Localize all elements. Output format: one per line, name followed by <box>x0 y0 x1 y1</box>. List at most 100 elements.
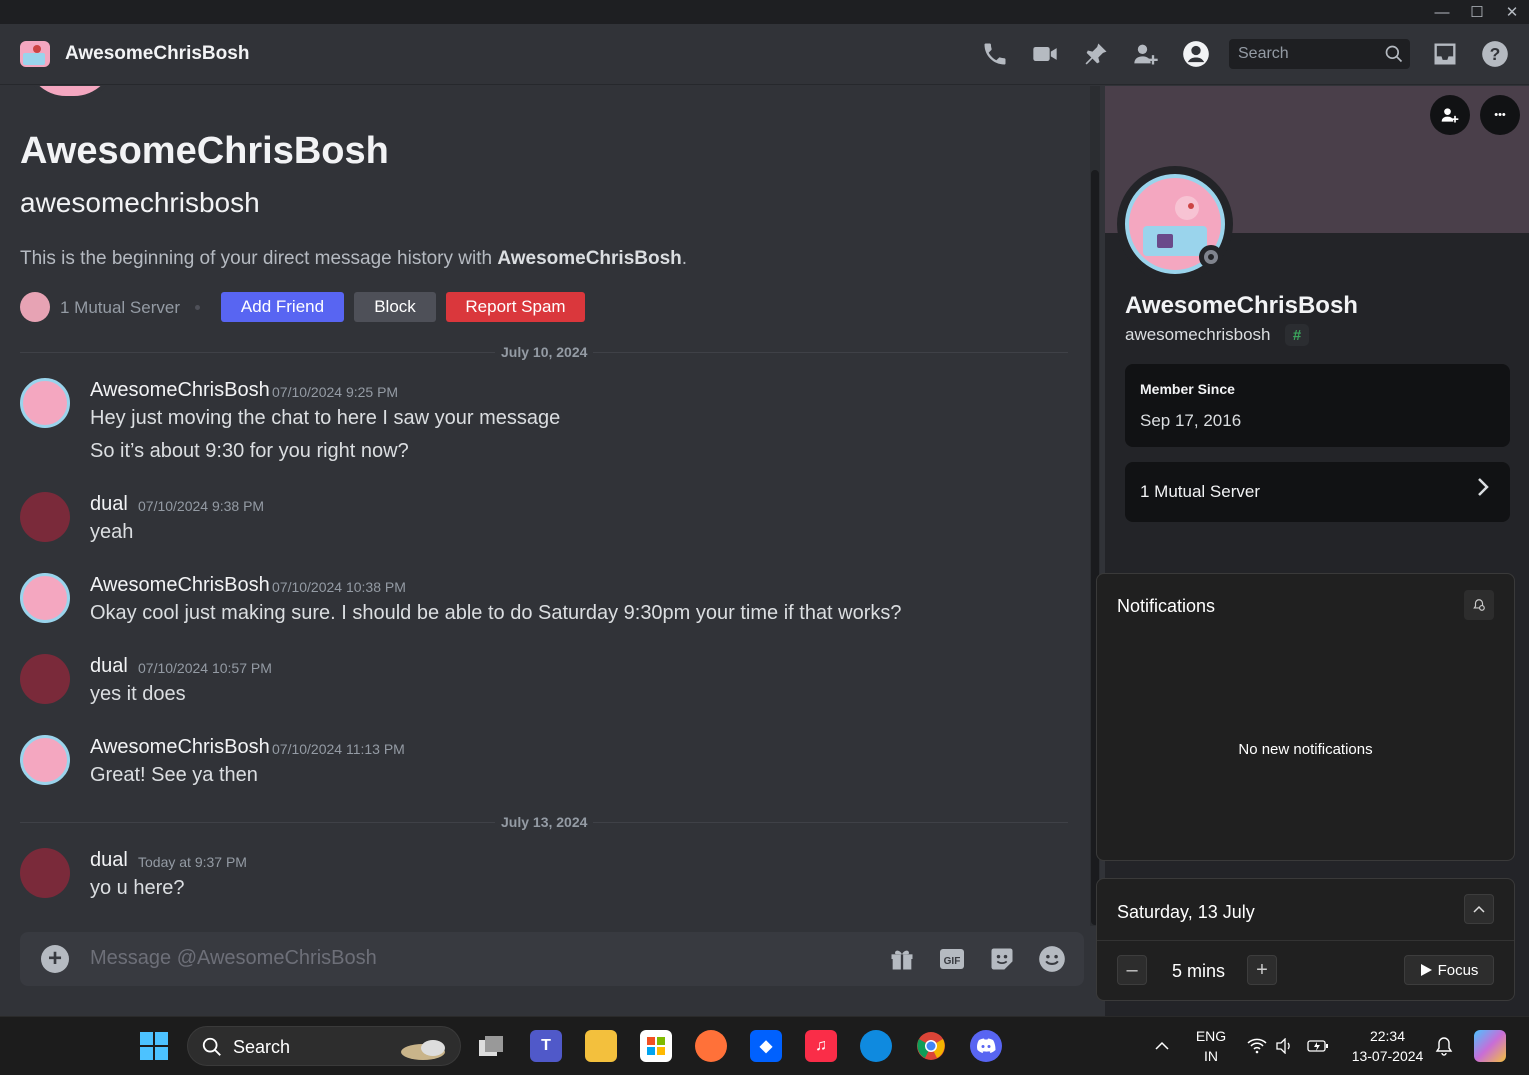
play-icon <box>1420 964 1432 976</box>
language-region[interactable]: IN <box>1190 1048 1232 1064</box>
edge-icon[interactable] <box>860 1030 892 1062</box>
weather-cloud-icon <box>401 1040 445 1060</box>
message-avatar[interactable] <box>20 654 70 704</box>
wifi-icon[interactable] <box>1244 1030 1270 1062</box>
file-explorer-icon[interactable] <box>585 1030 617 1062</box>
mutual-server-link[interactable]: 1 Mutual Server <box>60 298 180 318</box>
message-input[interactable]: Message @AwesomeChrisBosh <box>90 947 377 970</box>
message-timestamp: 07/10/2024 10:38 PM <box>272 579 406 595</box>
message-timestamp: 07/10/2024 11:13 PM <box>272 741 405 757</box>
microsoft-store-icon[interactable] <box>640 1030 672 1062</box>
clock-date[interactable]: 13-07-2024 <box>1340 1048 1435 1064</box>
date-divider-label: July 13, 2024 <box>495 814 594 830</box>
focus-decrease-button[interactable]: – <box>1117 955 1147 985</box>
member-since-label: Member Since <box>1140 381 1235 397</box>
video-camera-icon[interactable] <box>1028 38 1062 70</box>
separator-dot <box>195 305 200 310</box>
gift-icon[interactable] <box>887 944 917 974</box>
inbox-icon[interactable] <box>1428 38 1462 70</box>
windows-start-icon[interactable] <box>138 1030 170 1062</box>
svg-text:?: ? <box>1490 44 1501 64</box>
copilot-icon[interactable] <box>1474 1030 1506 1062</box>
add-friend-button[interactable]: Add Friend <box>221 292 344 322</box>
message-author[interactable]: AwesomeChrisBosh <box>90 736 270 759</box>
help-icon[interactable]: ? <box>1478 38 1512 70</box>
close-button[interactable]: ✕ <box>1495 0 1529 24</box>
message-author[interactable]: dual <box>90 655 128 678</box>
chevron-up-icon[interactable] <box>1464 894 1494 924</box>
intro-display-name: AwesomeChrisBosh <box>20 130 389 172</box>
battery-icon[interactable] <box>1304 1030 1332 1062</box>
profile-username: awesomechrisbosh <box>1125 325 1271 344</box>
add-friend-icon[interactable] <box>1430 95 1470 135</box>
message-avatar[interactable] <box>20 573 70 623</box>
message-author[interactable]: dual <box>90 493 128 516</box>
message-timestamp: 07/10/2024 10:57 PM <box>138 660 272 676</box>
calendar-flyout: Saturday, 13 July – 5 mins + Focus <box>1096 878 1515 1001</box>
message-avatar[interactable] <box>20 378 70 428</box>
phone-call-icon[interactable] <box>978 38 1012 70</box>
intro-avatar <box>22 86 118 100</box>
message-avatar[interactable] <box>20 848 70 898</box>
search-icon <box>1385 45 1403 63</box>
profile-display-name: AwesomeChrisBosh <box>1125 292 1358 319</box>
message-author[interactable]: AwesomeChrisBosh <box>90 574 270 597</box>
firefox-icon[interactable] <box>695 1030 727 1062</box>
focus-increase-button[interactable]: + <box>1247 955 1277 985</box>
do-not-disturb-icon[interactable] <box>1464 590 1494 620</box>
clock-time[interactable]: 22:34 <box>1340 1028 1435 1044</box>
message-avatar[interactable] <box>20 735 70 785</box>
channel-title: AwesomeChrisBosh <box>65 43 250 64</box>
message-content: yo u here? <box>90 877 185 899</box>
message-content: yes it does <box>90 683 186 705</box>
chat-scroller[interactable]: AwesomeChrisBosh awesomechrisbosh This i… <box>0 86 1090 1016</box>
emoji-icon[interactable] <box>1037 944 1067 974</box>
add-friends-to-dm-icon[interactable] <box>1129 38 1163 70</box>
mutual-servers-card[interactable]: 1 Mutual Server <box>1125 462 1510 522</box>
message-timestamp: Today at 9:37 PM <box>138 854 247 870</box>
mutual-server-icon[interactable] <box>20 292 50 322</box>
search-icon <box>202 1037 221 1056</box>
message-avatar[interactable] <box>20 492 70 542</box>
taskbar-search[interactable]: Search <box>187 1026 461 1066</box>
focus-duration: 5 mins <box>1172 961 1226 981</box>
message-timestamp: 07/10/2024 9:38 PM <box>138 498 265 514</box>
apple-music-icon[interactable]: ♫ <box>805 1030 837 1062</box>
gif-icon[interactable]: GIF <box>937 944 967 974</box>
message-author[interactable]: dual <box>90 849 128 872</box>
chevron-up-icon[interactable] <box>1147 1030 1177 1062</box>
message-composer[interactable]: + Message @AwesomeChrisBosh GIF <box>20 932 1084 986</box>
message-content: yeah <box>90 521 134 543</box>
volume-icon[interactable] <box>1272 1030 1298 1062</box>
hashtag-badge-icon[interactable]: # <box>1285 324 1309 346</box>
search-input[interactable]: Search <box>1229 39 1410 69</box>
dm-avatar <box>20 41 50 67</box>
block-button[interactable]: Block <box>354 292 436 322</box>
task-view-icon[interactable] <box>475 1030 507 1062</box>
report-spam-button[interactable]: Report Spam <box>446 292 585 322</box>
chevron-right-icon <box>1476 476 1490 505</box>
chrome-icon[interactable] <box>915 1030 947 1062</box>
message-content: Great! See ya then <box>90 764 258 786</box>
language-indicator[interactable]: ENG <box>1190 1028 1232 1044</box>
minimize-button[interactable]: — <box>1425 0 1459 24</box>
focus-button[interactable]: Focus <box>1404 955 1494 985</box>
pin-icon[interactable] <box>1079 38 1113 70</box>
message-content: Hey just moving the chat to here I saw y… <box>90 407 561 429</box>
notification-center: Notifications No new notifications <box>1096 573 1515 861</box>
teams-icon[interactable]: T <box>530 1030 562 1062</box>
channel-header: AwesomeChrisBosh Search ? <box>0 24 1529 85</box>
notification-bell-icon[interactable] <box>1431 1030 1457 1062</box>
member-since-card: Member Since Sep 17, 2016 <box>1125 364 1510 447</box>
offline-status-icon <box>1199 245 1223 269</box>
window-titlebar: — ☐ ✕ <box>0 0 1529 24</box>
more-options-icon[interactable]: ••• <box>1480 95 1520 135</box>
message-author[interactable]: AwesomeChrisBosh <box>90 379 270 402</box>
sticker-icon[interactable] <box>987 944 1017 974</box>
user-profile-icon[interactable] <box>1179 38 1213 70</box>
upload-plus-icon[interactable]: + <box>41 945 69 973</box>
maximize-button[interactable]: ☐ <box>1460 0 1494 24</box>
discord-icon[interactable] <box>970 1030 1002 1062</box>
dropbox-icon[interactable]: ◆ <box>750 1030 782 1062</box>
svg-text:GIF: GIF <box>944 956 961 967</box>
